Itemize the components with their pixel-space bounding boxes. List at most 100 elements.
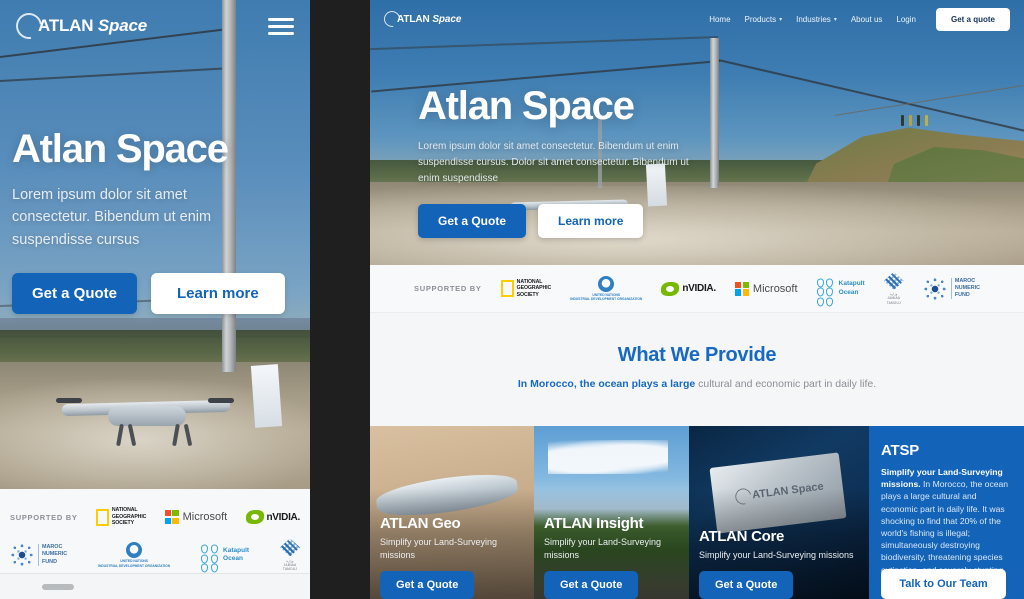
mobile-supported-row-1: SUPPORTED BY NATIONAL GEOGRAPHIC SOCIETY M… <box>10 501 300 533</box>
maroc-dots-icon <box>922 276 947 301</box>
what-we-provide-section: What We Provide In Morocco, the ocean pl… <box>370 313 1024 426</box>
field-banner <box>250 364 283 428</box>
drone-rotor <box>208 398 234 403</box>
natgeo-logo-text: NATIONAL GEOGRAPHIC SOCIETY <box>111 507 147 527</box>
field-crew-figures <box>901 115 928 126</box>
mobile-hero-title: Atlan Space <box>12 127 229 171</box>
arabic-logo-text: وزارة JAMIAA TAMOUJ <box>886 292 901 305</box>
nvidia-logo-text: nVIDIA. <box>266 511 301 523</box>
national-geographic-logo: NATIONAL GEOGRAPHIC SOCIETY <box>500 278 552 299</box>
nav-item-industries[interactable]: Industries ▾ <box>796 15 837 24</box>
card-get-a-quote-button[interactable]: Get a Quote <box>380 571 475 599</box>
nav-item-about-us[interactable]: About us <box>851 15 883 24</box>
mobile-hero-copy: Atlan Space Lorem ipsum dolor sit amet c… <box>12 127 302 315</box>
drone-leg <box>116 423 124 447</box>
katapult-droplets-icon <box>201 545 219 573</box>
microsoft-logo-text: Microsoft <box>182 511 228 523</box>
arabic-partner-logo: وزارة JAMIAA TAMOUJ <box>279 538 300 572</box>
card-get-a-quote-button[interactable]: Get a Quote <box>544 571 639 599</box>
natgeo-logo-text: NATIONAL GEOGRAPHIC SOCIETY <box>516 278 552 298</box>
nvidia-logo: nVIDIA. <box>661 281 716 296</box>
mobile-scroll-indicator[interactable] <box>0 573 310 599</box>
katapult-droplets-icon <box>816 278 835 306</box>
arabic-partner-logo: وزارة JAMIAA TAMOUJ <box>883 272 904 305</box>
desktop-get-a-quote-button[interactable]: Get a Quote <box>418 204 527 238</box>
mobile-topbar: ATLAN Space <box>0 0 310 52</box>
card-title: ATLAN Geo <box>380 514 461 532</box>
talk-to-our-team-button[interactable]: Talk to Our Team <box>881 569 1006 599</box>
natgeo-frame-icon <box>500 280 514 297</box>
section-subheading-rest: cultural and economic part in daily life… <box>695 378 877 390</box>
desktop-hero-subtitle: Lorem ipsum dolor sit amet consectetur. … <box>418 141 689 184</box>
desktop-hero-copy: Atlan Space Lorem ipsum dolor sit amet c… <box>418 86 758 238</box>
nvidia-eye-icon <box>661 281 680 296</box>
nvidia-logo-text: nVIDIA. <box>682 283 716 294</box>
unido-logo-text: UNITED NATIONS INDUSTRIAL DEVELOPMENT ORG… <box>98 559 171 568</box>
card-description: Simplify your Land-Surveying missions <box>544 536 662 560</box>
mobile-supported-row-2: MAROC NUMERIC FUND UNITED NATIONS INDUSTRIA… <box>10 538 300 573</box>
nav-item-products[interactable]: Products ▾ <box>745 15 783 24</box>
card-title: ATSP <box>881 442 920 459</box>
desktop-learn-more-button[interactable]: Learn more <box>538 204 644 238</box>
mobile-logo-text: ATLAN Space <box>38 16 147 35</box>
unido-logo: UNITED NATIONS INDUSTRIAL DEVELOPMENT ORG… <box>570 275 643 302</box>
microsoft-squares-icon <box>164 510 179 524</box>
card-get-a-quote-button[interactable]: Get a Quote <box>699 571 794 599</box>
mobile-supported-by-strip: SUPPORTED BY NATIONAL GEOGRAPHIC SOCIETY M… <box>0 489 310 573</box>
natgeo-frame-icon <box>95 508 109 526</box>
arabic-diamond-icon <box>279 538 300 557</box>
katapult-ocean-logo: Katapult Ocean <box>201 545 250 573</box>
arabic-diamond-icon <box>883 272 904 291</box>
product-card-atsp[interactable]: ATSP Simplify your Land-Surveying missio… <box>869 426 1024 599</box>
mobile-learn-more-button[interactable]: Learn more <box>151 273 285 315</box>
unido-globe-icon <box>598 275 615 292</box>
supported-by-label: SUPPORTED BY <box>414 284 482 293</box>
desktop-hero-section: ATLAN Space Home Products ▾ Industries ▾ A… <box>370 0 1024 265</box>
arabic-logo-text: وزارة JAMIAA TAMOUJ <box>282 558 297 572</box>
product-card-atlan-geo[interactable]: ATLAN Geo Simplify your Land-Surveying m… <box>370 426 534 599</box>
card-content: ATLAN Geo Simplify your Land-Surveying m… <box>370 515 534 599</box>
nav-item-home[interactable]: Home <box>709 15 730 24</box>
microsoft-logo-text: Microsoft <box>752 282 798 295</box>
section-subheading-bold: In Morocco, the ocean plays a large <box>517 378 696 390</box>
mobile-hero-cta-group: Get a Quote Learn more <box>12 273 302 315</box>
drone-leg <box>172 423 180 447</box>
maroc-numeric-fund-logo: MAROC NUMERIC FUND <box>922 276 980 301</box>
card-content: ATLAN Insight Simplify your Land-Surveyi… <box>534 515 689 599</box>
drone-illustration <box>56 388 234 447</box>
desktop-logo[interactable]: ATLAN Space <box>380 7 461 31</box>
mobile-hero-subtitle: Lorem ipsum dolor sit amet consectetur. … <box>12 187 212 248</box>
nav-item-login[interactable]: Login <box>896 15 916 24</box>
drone-leg <box>183 423 193 447</box>
katapult-logo-text: Katapult Ocean <box>838 280 865 296</box>
drone-fuselage <box>108 406 186 426</box>
unido-logo-text: UNITED NATIONS INDUSTRIAL DEVELOPMENT ORG… <box>570 292 643 301</box>
katapult-logo-text: Katapult Ocean <box>223 546 250 562</box>
maroc-numeric-fund-logo: MAROC NUMERIC FUND <box>10 543 67 567</box>
microsoft-squares-icon <box>734 281 749 296</box>
supported-by-label: SUPPORTED BY <box>10 512 78 522</box>
card-description: Simplify your Land-Surveying missions <box>380 536 498 560</box>
drone-leg <box>127 423 137 447</box>
card-title: ATLAN Insight <box>544 514 644 532</box>
nvidia-logo: nVIDIA. <box>245 510 301 524</box>
card-content: ATSP Simplify your Land-Surveying missio… <box>869 426 1024 599</box>
maroc-dots-icon <box>10 543 34 567</box>
product-cards-row: ATLAN Geo Simplify your Land-Surveying m… <box>370 426 1024 599</box>
desktop-supported-by-strip: SUPPORTED BY NATIONAL GEOGRAPHIC SOCIETY U… <box>370 265 1024 313</box>
screenshot-stage: ATLAN Space Atlan Space Lorem ipsum dolo… <box>0 0 1024 599</box>
mobile-viewport: ATLAN Space Atlan Space Lorem ipsum dolo… <box>0 0 310 599</box>
desktop-hero-title: Atlan Space <box>418 84 635 128</box>
atlan-ring-icon <box>10 7 48 45</box>
product-card-atlan-core[interactable]: ATLAN Space ATLAN Core Simplify your Lan… <box>689 426 869 599</box>
nav-get-a-quote-button[interactable]: Get a quote <box>935 7 1010 31</box>
national-geographic-logo: NATIONAL GEOGRAPHIC SOCIETY <box>95 507 147 527</box>
maroc-logo-text: MAROC NUMERIC FUND <box>38 544 67 566</box>
hamburger-icon[interactable] <box>268 17 294 35</box>
mobile-logo[interactable]: ATLAN Space <box>10 7 147 45</box>
mobile-get-a-quote-button[interactable]: Get a Quote <box>12 273 138 315</box>
product-card-atlan-insight[interactable]: ATLAN Insight Simplify your Land-Surveyi… <box>534 426 689 599</box>
chevron-down-icon: ▾ <box>779 16 783 23</box>
desktop-navbar: ATLAN Space Home Products ▾ Industries ▾ A… <box>370 0 1024 38</box>
atlan-ring-icon <box>380 7 404 31</box>
